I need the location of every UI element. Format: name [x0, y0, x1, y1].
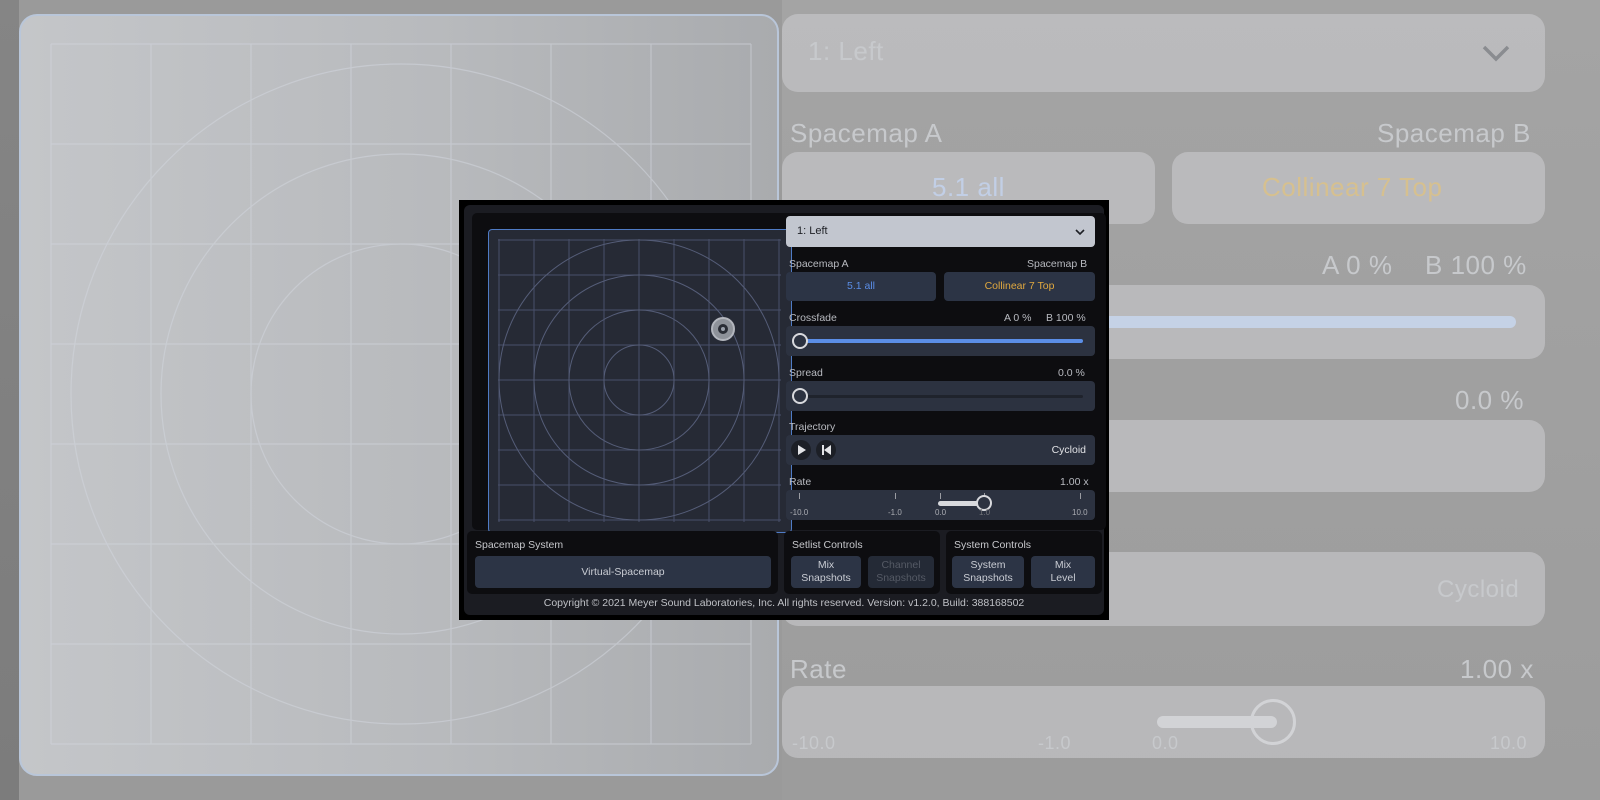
background-rate-tick-4: 10.0: [1490, 733, 1528, 753]
background-channel-text: 1: Left: [808, 36, 884, 66]
play-icon[interactable]: [791, 440, 811, 460]
spacemap-b-button[interactable]: Collinear 7 Top: [944, 272, 1095, 301]
system-snapshots-line1: System: [970, 559, 1006, 571]
crossfade-knob[interactable]: [792, 333, 808, 349]
mix-snapshots-line2: Snapshots: [801, 572, 851, 584]
background-spacemap-a-value: 5.1 all: [932, 172, 1005, 202]
background-rate-value: 1.00 x: [1460, 654, 1534, 684]
setlist-controls-panel: Setlist Controls Mix Snapshots Channel S…: [784, 531, 940, 594]
spacemap-b-label: Spacemap B: [1027, 258, 1088, 270]
trajectory-label: Trajectory: [789, 421, 836, 433]
rate-tick-label: 0.0: [935, 508, 947, 517]
rate-tick-mark: [1080, 493, 1081, 499]
trajectory-bar: Cycloid: [786, 435, 1095, 465]
crossfade-fill: [800, 339, 1083, 343]
mix-snapshots-line1: Mix: [817, 559, 835, 571]
mix-snapshots-button[interactable]: Mix Snapshots: [791, 556, 861, 588]
background-rate-tick-0: -10.0: [792, 733, 836, 753]
background-edge: [0, 0, 19, 800]
panner-pad[interactable]: [488, 229, 792, 533]
rate-tick-label: 1.0: [979, 508, 991, 517]
spacemap-system-title: Spacemap System: [475, 539, 564, 551]
system-snapshots-button[interactable]: System Snapshots: [952, 556, 1024, 588]
rate-tick-mark: [940, 493, 941, 499]
crossfade-label: Crossfade: [789, 312, 837, 324]
spread-track: [800, 395, 1083, 398]
rate-value: 1.00 x: [1060, 476, 1089, 488]
background-rate-tick-2: 0.0: [1152, 733, 1179, 753]
chevron-down-icon: [1075, 229, 1085, 236]
rate-tick-label: -1.0: [888, 508, 902, 517]
background-crossfade-fill: [1080, 316, 1516, 328]
background-chevron-icon: [1482, 45, 1510, 62]
spacemap-system-panel: Spacemap System Virtual-Spacemap: [467, 531, 778, 594]
channel-snapshots-line1: Channel: [881, 559, 921, 571]
setlist-controls-title: Setlist Controls: [792, 539, 863, 551]
mix-level-line1: Mix: [1054, 559, 1072, 571]
mix-level-button[interactable]: Mix Level: [1031, 556, 1095, 588]
system-controls-title: System Controls: [954, 539, 1032, 551]
spacemap-a-button[interactable]: 5.1 all: [786, 272, 936, 301]
spread-label: Spread: [789, 367, 823, 379]
source-position-marker[interactable]: [711, 317, 735, 341]
spread-slider[interactable]: [786, 381, 1095, 411]
panner-grid: [498, 239, 781, 522]
virtual-spacemap-button[interactable]: Virtual-Spacemap: [475, 556, 771, 588]
source-marker-dot: [721, 327, 725, 331]
rate-slider[interactable]: -10.0 -1.0 0.0 1.0 10.0: [786, 490, 1095, 520]
rate-tick-label: 10.0: [1072, 508, 1088, 517]
background-spread-value: 0.0 %: [1455, 385, 1524, 415]
background-dropdown: [782, 14, 1545, 92]
spacemap-a-label: Spacemap A: [789, 258, 849, 270]
mix-level-line2: Level: [1050, 572, 1076, 584]
rate-label: Rate: [789, 476, 812, 488]
trajectory-value[interactable]: Cycloid: [1052, 444, 1086, 456]
rate-tick-mark: [799, 493, 800, 499]
rate-tick-mark: [895, 493, 896, 499]
source-marker-center: [718, 324, 728, 334]
spread-knob[interactable]: [792, 388, 808, 404]
background-spacemap-b-value: Collinear 7 Top: [1262, 172, 1443, 202]
system-controls-panel: System Controls System Snapshots Mix Lev…: [946, 531, 1102, 594]
rate-tick-label: -10.0: [790, 508, 809, 517]
footer-copyright: Copyright © 2021 Meyer Sound Laboratorie…: [543, 597, 1025, 609]
background-crossfade-b: B 100 %: [1425, 250, 1527, 280]
channel-snapshots-button[interactable]: Channel Snapshots: [868, 556, 934, 588]
skip-back-icon[interactable]: [816, 440, 836, 460]
background-rate-knob: [1250, 699, 1296, 745]
background-trajectory-value: Cycloid: [1437, 576, 1520, 603]
channel-dropdown-value: 1: Left: [797, 225, 828, 237]
channel-snapshots-line2: Snapshots: [876, 572, 926, 584]
background-spacemap-a-label: Spacemap A: [790, 118, 943, 148]
background-rate-tick-1: -1.0: [1038, 733, 1072, 753]
spread-value: 0.0 %: [1058, 367, 1085, 379]
crossfade-value-b: B 100 %: [1046, 312, 1086, 324]
background-crossfade-a: A 0 %: [1322, 250, 1393, 280]
background-rate-label: Rate: [790, 654, 847, 684]
system-snapshots-line2: Snapshots: [963, 572, 1013, 584]
crossfade-slider[interactable]: [786, 326, 1095, 356]
background-spacemap-b-label: Spacemap B: [1377, 118, 1531, 148]
crossfade-value-a: A 0 %: [1004, 312, 1032, 324]
channel-dropdown[interactable]: 1: Left: [786, 216, 1095, 247]
